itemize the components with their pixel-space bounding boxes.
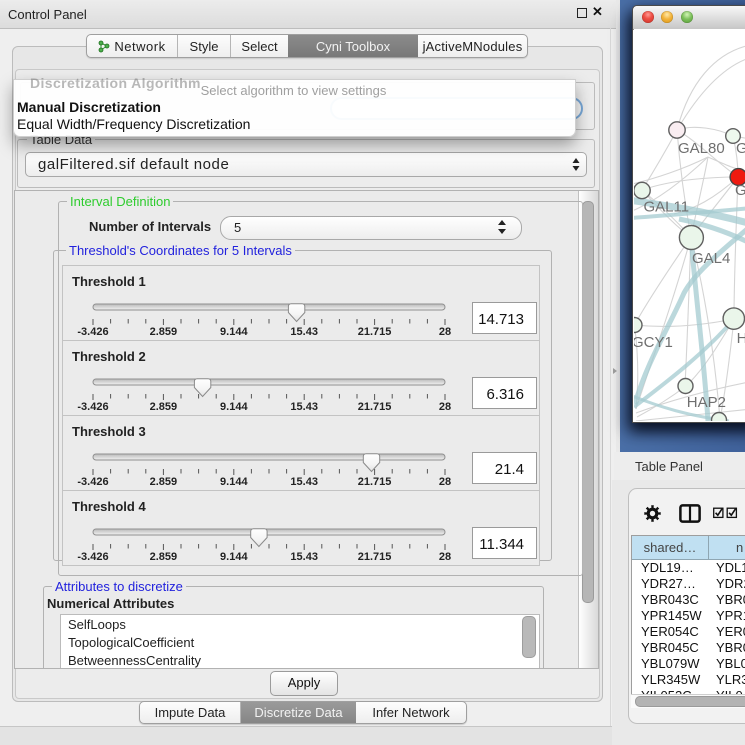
svg-text:-3.426: -3.426 xyxy=(77,326,108,338)
svg-text:21.715: 21.715 xyxy=(358,401,392,413)
svg-text:28: 28 xyxy=(439,551,451,563)
svg-text:GAL4: GAL4 xyxy=(692,250,730,267)
svg-text:2.859: 2.859 xyxy=(150,476,178,488)
svg-text:15.43: 15.43 xyxy=(290,551,318,563)
svg-text:21.715: 21.715 xyxy=(358,476,392,488)
svg-text:9.144: 9.144 xyxy=(220,476,248,488)
svg-text:9.144: 9.144 xyxy=(220,326,248,338)
svg-text:15.43: 15.43 xyxy=(290,326,318,338)
svg-text:2.859: 2.859 xyxy=(150,401,178,413)
svg-text:GAL80: GAL80 xyxy=(678,140,725,157)
svg-text:GA: GA xyxy=(736,140,745,157)
svg-text:28: 28 xyxy=(439,326,451,338)
svg-text:21.715: 21.715 xyxy=(358,326,392,338)
svg-text:9.144: 9.144 xyxy=(220,551,248,563)
svg-text:HAP2: HAP2 xyxy=(687,394,726,411)
svg-text:15.43: 15.43 xyxy=(290,476,318,488)
svg-text:28: 28 xyxy=(439,476,451,488)
svg-text:GCY1: GCY1 xyxy=(634,334,673,351)
svg-text:GAL11: GAL11 xyxy=(644,199,690,216)
svg-text:28: 28 xyxy=(439,401,451,413)
svg-text:-3.426: -3.426 xyxy=(77,401,108,413)
svg-text:15.43: 15.43 xyxy=(290,401,318,413)
svg-text:9.144: 9.144 xyxy=(220,401,248,413)
svg-text:21.715: 21.715 xyxy=(358,551,392,563)
svg-text:H: H xyxy=(737,330,745,347)
svg-text:2.859: 2.859 xyxy=(150,551,178,563)
svg-text:-3.426: -3.426 xyxy=(77,551,108,563)
svg-text:2.859: 2.859 xyxy=(150,326,178,338)
svg-text:G: G xyxy=(735,182,745,199)
svg-text:-3.426: -3.426 xyxy=(77,476,108,488)
